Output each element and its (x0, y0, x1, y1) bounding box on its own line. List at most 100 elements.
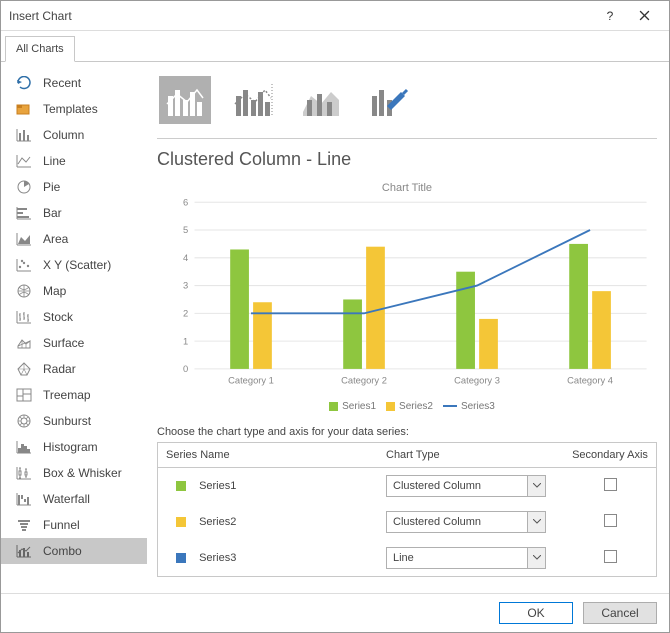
svg-text:1: 1 (183, 336, 188, 346)
bar-icon (15, 204, 33, 222)
secondary-axis-checkbox[interactable] (604, 514, 617, 527)
sidebar-item-funnel[interactable]: Funnel (1, 512, 147, 538)
series-table-header: Series Name Chart Type Secondary Axis (158, 443, 656, 468)
sidebar-item-label: Waterfall (43, 492, 90, 506)
secondary-axis-checkbox[interactable] (604, 550, 617, 563)
combo-subtype-icon (165, 82, 205, 118)
histogram-icon (15, 438, 33, 456)
section-title: Clustered Column - Line (157, 149, 657, 170)
sidebar-item-label: Sunburst (43, 414, 91, 428)
subtype-row (157, 72, 657, 139)
sidebar-item-boxwhisker[interactable]: Box & Whisker (1, 460, 147, 486)
sidebar-item-label: X Y (Scatter) (43, 258, 111, 272)
sidebar-item-label: Column (43, 128, 84, 142)
sidebar-item-label: Radar (43, 362, 76, 376)
sidebar-item-label: Map (43, 284, 66, 298)
secondary-axis-checkbox[interactable] (604, 478, 617, 491)
chart-type-value: Line (393, 552, 414, 564)
series-swatch (176, 517, 186, 527)
sidebar-item-waterfall[interactable]: Waterfall (1, 486, 147, 512)
sidebar-item-surface[interactable]: Surface (1, 330, 147, 356)
sidebar-item-label: Box & Whisker (43, 466, 122, 480)
sidebar-item-label: Recent (43, 76, 81, 90)
sidebar-item-templates[interactable]: Templates (1, 96, 147, 122)
sidebar-item-pie[interactable]: Pie (1, 174, 147, 200)
svg-text:3: 3 (183, 281, 188, 291)
sidebar-item-sunburst[interactable]: Sunburst (1, 408, 147, 434)
sidebar-item-recent[interactable]: Recent (1, 70, 147, 96)
svg-text:Category 4: Category 4 (567, 375, 613, 385)
sidebar-item-histogram[interactable]: Histogram (1, 434, 147, 460)
header-chart-type: Chart Type (378, 443, 564, 467)
tab-all-charts[interactable]: All Charts (5, 36, 75, 62)
svg-text:0: 0 (183, 364, 188, 374)
sidebar-item-label: Pie (43, 180, 60, 194)
svg-text:Category 1: Category 1 (228, 375, 274, 385)
chart-type-sidebar: Recent Templates Column Line Pie Bar Are… (1, 62, 147, 593)
subtype-clustered-column-line-secondary[interactable] (227, 76, 279, 124)
sidebar-item-label: Line (43, 154, 66, 168)
sidebar-item-column[interactable]: Column (1, 122, 147, 148)
titlebar: Insert Chart ? (1, 1, 669, 31)
svg-text:Category 2: Category 2 (341, 375, 387, 385)
chart-title: Chart Title (157, 182, 657, 194)
waterfall-icon (15, 490, 33, 508)
chevron-down-icon (527, 512, 545, 532)
sidebar-item-bar[interactable]: Bar (1, 200, 147, 226)
close-icon (639, 10, 650, 21)
close-button[interactable] (627, 1, 661, 31)
sidebar-item-area[interactable]: Area (1, 226, 147, 252)
radar-icon (15, 360, 33, 378)
dialog-footer: OK Cancel (1, 593, 669, 632)
sidebar-item-line[interactable]: Line (1, 148, 147, 174)
sidebar-item-radar[interactable]: Radar (1, 356, 147, 382)
sidebar-item-combo[interactable]: Combo (1, 538, 147, 564)
series-row: Series2 Clustered Column (158, 504, 656, 540)
sidebar-item-label: Funnel (43, 518, 80, 532)
chart-type-select[interactable]: Line (386, 547, 546, 569)
series-row: Series1 Clustered Column (158, 468, 656, 504)
subtype-stacked-area-column[interactable] (295, 76, 347, 124)
sidebar-item-label: Area (43, 232, 68, 246)
svg-text:2: 2 (183, 308, 188, 318)
svg-text:Category 3: Category 3 (454, 375, 500, 385)
combo-subtype-icon (233, 82, 273, 118)
header-series-name: Series Name (158, 443, 378, 467)
sidebar-item-label: Histogram (43, 440, 98, 454)
cancel-button[interactable]: Cancel (583, 602, 657, 624)
chevron-down-icon (527, 548, 545, 568)
sunburst-icon (15, 412, 33, 430)
chart-type-select[interactable]: Clustered Column (386, 475, 546, 497)
templates-icon (15, 100, 33, 118)
chevron-down-icon (527, 476, 545, 496)
map-icon (15, 282, 33, 300)
chart-type-select[interactable]: Clustered Column (386, 511, 546, 533)
series-table: Series Name Chart Type Secondary Axis Se… (157, 442, 657, 577)
chart-type-value: Clustered Column (393, 480, 481, 492)
chart-legend: Series1Series2Series3 (157, 401, 657, 412)
surface-icon (15, 334, 33, 352)
series-swatch (176, 481, 186, 491)
line-icon (15, 152, 33, 170)
sidebar-item-map[interactable]: Map (1, 278, 147, 304)
tabs-row: All Charts (1, 31, 669, 62)
sidebar-item-stock[interactable]: Stock (1, 304, 147, 330)
sidebar-item-treemap[interactable]: Treemap (1, 382, 147, 408)
sidebar-item-label: Stock (43, 310, 73, 324)
main-panel: Clustered Column - Line Chart Title 0 1 2 3… (147, 62, 669, 593)
series-name-label: Series3 (199, 552, 236, 564)
help-button[interactable]: ? (593, 1, 627, 31)
ok-button[interactable]: OK (499, 602, 573, 624)
series-name-label: Series1 (199, 480, 236, 492)
header-secondary-axis: Secondary Axis (564, 443, 656, 467)
area-icon (15, 230, 33, 248)
sidebar-item-scatter[interactable]: X Y (Scatter) (1, 252, 147, 278)
subtype-clustered-column-line[interactable] (159, 76, 211, 124)
subtype-custom-combo[interactable] (363, 76, 415, 124)
chart-type-value: Clustered Column (393, 516, 481, 528)
sidebar-item-label: Combo (43, 544, 82, 558)
series-name-label: Series2 (199, 516, 236, 528)
svg-text:5: 5 (183, 225, 188, 235)
chart-plot: 0123456Category 1Category 2Category 3Cat… (157, 196, 657, 394)
sidebar-item-label: Bar (43, 206, 62, 220)
